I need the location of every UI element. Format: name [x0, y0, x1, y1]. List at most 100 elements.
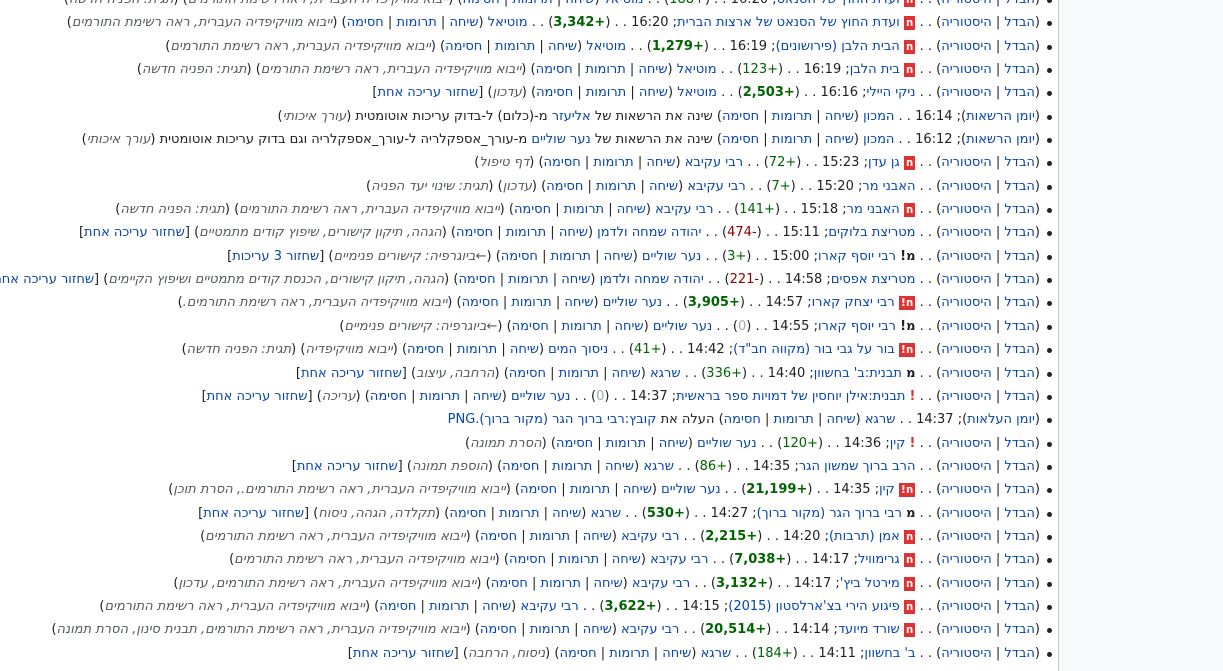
diff-link[interactable]: הבדל [1004, 272, 1035, 287]
log-link[interactable]: יומן העלאות [967, 412, 1035, 427]
user-link[interactable]: רבי עקיבא [632, 576, 690, 591]
diff-link[interactable]: הבדל [1004, 552, 1035, 567]
user-block-link[interactable]: חסימה [520, 482, 557, 497]
page-title-link[interactable]: תבנית:ב' בחשוון [814, 366, 902, 381]
user-link[interactable]: נער שוליים [653, 319, 712, 334]
diff-link[interactable]: הבדל [1004, 506, 1035, 521]
user-link[interactable]: רבי עקיבא [685, 155, 743, 170]
user-talk-link[interactable]: שיחה [564, 295, 593, 310]
page-title-link[interactable]: אמן (תרבות) [829, 529, 900, 544]
user-block-link[interactable]: חסימה [509, 552, 546, 567]
page-title-link[interactable]: פיגוע הירי בצ'ארלסטון (2015) [728, 599, 900, 614]
user-talk-link[interactable]: שיחה [510, 342, 539, 357]
user-block-link[interactable]: חסימה [559, 646, 596, 661]
user-contribs-link[interactable]: תרומות [508, 272, 548, 287]
diff-link[interactable]: הבדל [1004, 225, 1035, 240]
change-tag[interactable]: תגית: שינוי יעד הפניה [371, 179, 488, 194]
user-block-link[interactable]: חסימה [491, 576, 528, 591]
diff-link[interactable]: הבדל [1004, 15, 1035, 30]
user-contribs-link[interactable]: תרומות [585, 62, 625, 77]
page-title-link[interactable]: גן עדן [868, 155, 900, 170]
user-talk-link[interactable]: שיחה [646, 155, 675, 170]
history-link[interactable]: היסטוריה [941, 529, 992, 544]
diff-link[interactable]: הבדל [1004, 0, 1035, 7]
history-link[interactable]: היסטוריה [941, 179, 992, 194]
user-contribs-link[interactable]: תרומות [506, 225, 546, 240]
user-link[interactable]: המכון [863, 132, 894, 147]
log-target-link[interactable]: קובץ:רבי ברוך הגר (מקור ברוך).PNG [448, 412, 657, 427]
user-talk-link[interactable]: שיחה [662, 646, 691, 661]
page-title-link[interactable]: הרב ברוך שמשון הגר [799, 459, 916, 474]
user-contribs-link[interactable]: תרומות [562, 319, 602, 334]
user-talk-link[interactable]: שיחה [615, 319, 644, 334]
user-talk-link[interactable]: שיחה [638, 62, 667, 77]
user-talk-link[interactable]: שיחה [623, 482, 652, 497]
diff-link[interactable]: הבדל [1004, 342, 1035, 357]
user-contribs-link[interactable]: תרומות [606, 436, 646, 451]
user-link[interactable]: מוטיאל [604, 0, 644, 7]
page-title-link[interactable]: מירטל ביץ' [840, 576, 900, 591]
user-talk-link[interactable]: שיחה [548, 39, 577, 54]
history-link[interactable]: היסטוריה [941, 459, 992, 474]
page-title-link[interactable]: האבני מר [847, 202, 900, 217]
user-link[interactable]: רבי עקיבא [687, 179, 745, 194]
user-contribs-link[interactable]: תרומות [420, 389, 460, 404]
page-title-link[interactable]: בית הלבן [850, 62, 900, 77]
change-tag[interactable]: תגית: הפניה חדשה [187, 342, 292, 357]
user-contribs-link[interactable]: תרומות [570, 482, 610, 497]
diff-link[interactable]: הבדל [1004, 179, 1035, 194]
user-link[interactable]: רבי עקיבא [650, 552, 708, 567]
history-link[interactable]: היסטוריה [941, 0, 992, 7]
user-block-link[interactable]: חסימה [724, 412, 761, 427]
user-link[interactable]: נער שוליים [697, 436, 756, 451]
user-block-link[interactable]: חסימה [514, 202, 551, 217]
history-link[interactable]: היסטוריה [941, 506, 992, 521]
rollback-link[interactable]: שחזור עריכה אחת [353, 646, 454, 661]
user-talk-link[interactable]: שיחה [612, 366, 641, 381]
user-contribs-link[interactable]: תרומות [586, 85, 626, 100]
user-talk-link[interactable]: שיחה [565, 0, 594, 7]
diff-link[interactable]: הבדל [1004, 646, 1035, 661]
user-link[interactable]: מוטיאל [677, 85, 717, 100]
user-contribs-link[interactable]: תרומות [596, 179, 636, 194]
user-link[interactable]: יהודה שמחה ולדמן [600, 272, 704, 287]
user-contribs-link[interactable]: תרומות [772, 109, 812, 124]
user-block-link[interactable]: חסימה [546, 179, 583, 194]
log-target-link[interactable]: נער שוליים [531, 132, 590, 147]
user-block-link[interactable]: חסימה [462, 295, 499, 310]
page-title-link[interactable]: שורד מיועד [838, 622, 900, 637]
user-contribs-link[interactable]: תרומות [396, 15, 436, 30]
user-block-link[interactable]: חסימה [536, 62, 573, 77]
user-link[interactable]: מוטיאל [677, 62, 717, 77]
history-link[interactable]: היסטוריה [941, 576, 992, 591]
history-link[interactable]: היסטוריה [941, 342, 992, 357]
change-tag[interactable]: תגית: הפניה חדשה [120, 202, 225, 217]
user-talk-link[interactable]: שיחה [612, 552, 641, 567]
history-link[interactable]: היסטוריה [941, 15, 992, 30]
user-link[interactable]: נער שוליים [603, 295, 662, 310]
user-talk-link[interactable]: שיחה [827, 412, 856, 427]
user-link[interactable]: שרגא [591, 506, 622, 521]
page-title-link[interactable]: בור על גבי בור (מקווה חב"ד) [733, 342, 895, 357]
page-title-link[interactable]: מטריצת אפסים [831, 272, 916, 287]
user-link[interactable]: רבי עקיבא [621, 529, 679, 544]
user-talk-link[interactable]: שיחה [559, 225, 588, 240]
page-title-link[interactable]: רבי יוסף קארו [818, 249, 896, 264]
page-title-link[interactable]: האבני מר [862, 179, 915, 194]
user-link[interactable]: נער שוליים [511, 389, 570, 404]
user-talk-link[interactable]: שיחה [583, 622, 612, 637]
user-contribs-link[interactable]: תרומות [530, 529, 570, 544]
diff-link[interactable]: הבדל [1004, 366, 1035, 381]
user-contribs-link[interactable]: תרומות [559, 366, 599, 381]
diff-link[interactable]: הבדל [1004, 529, 1035, 544]
user-talk-link[interactable]: שיחה [617, 202, 646, 217]
user-block-link[interactable]: חסימה [556, 436, 593, 451]
history-link[interactable]: היסטוריה [941, 202, 992, 217]
user-block-link[interactable]: חסימה [458, 272, 495, 287]
history-link[interactable]: היסטוריה [941, 622, 992, 637]
user-talk-link[interactable]: שיחה [604, 249, 633, 264]
page-title-link[interactable]: ב' בחשוון [864, 646, 915, 661]
user-contribs-link[interactable]: תרומות [774, 412, 814, 427]
user-contribs-link[interactable]: תרומות [564, 202, 604, 217]
user-block-link[interactable]: חסימה [480, 622, 517, 637]
